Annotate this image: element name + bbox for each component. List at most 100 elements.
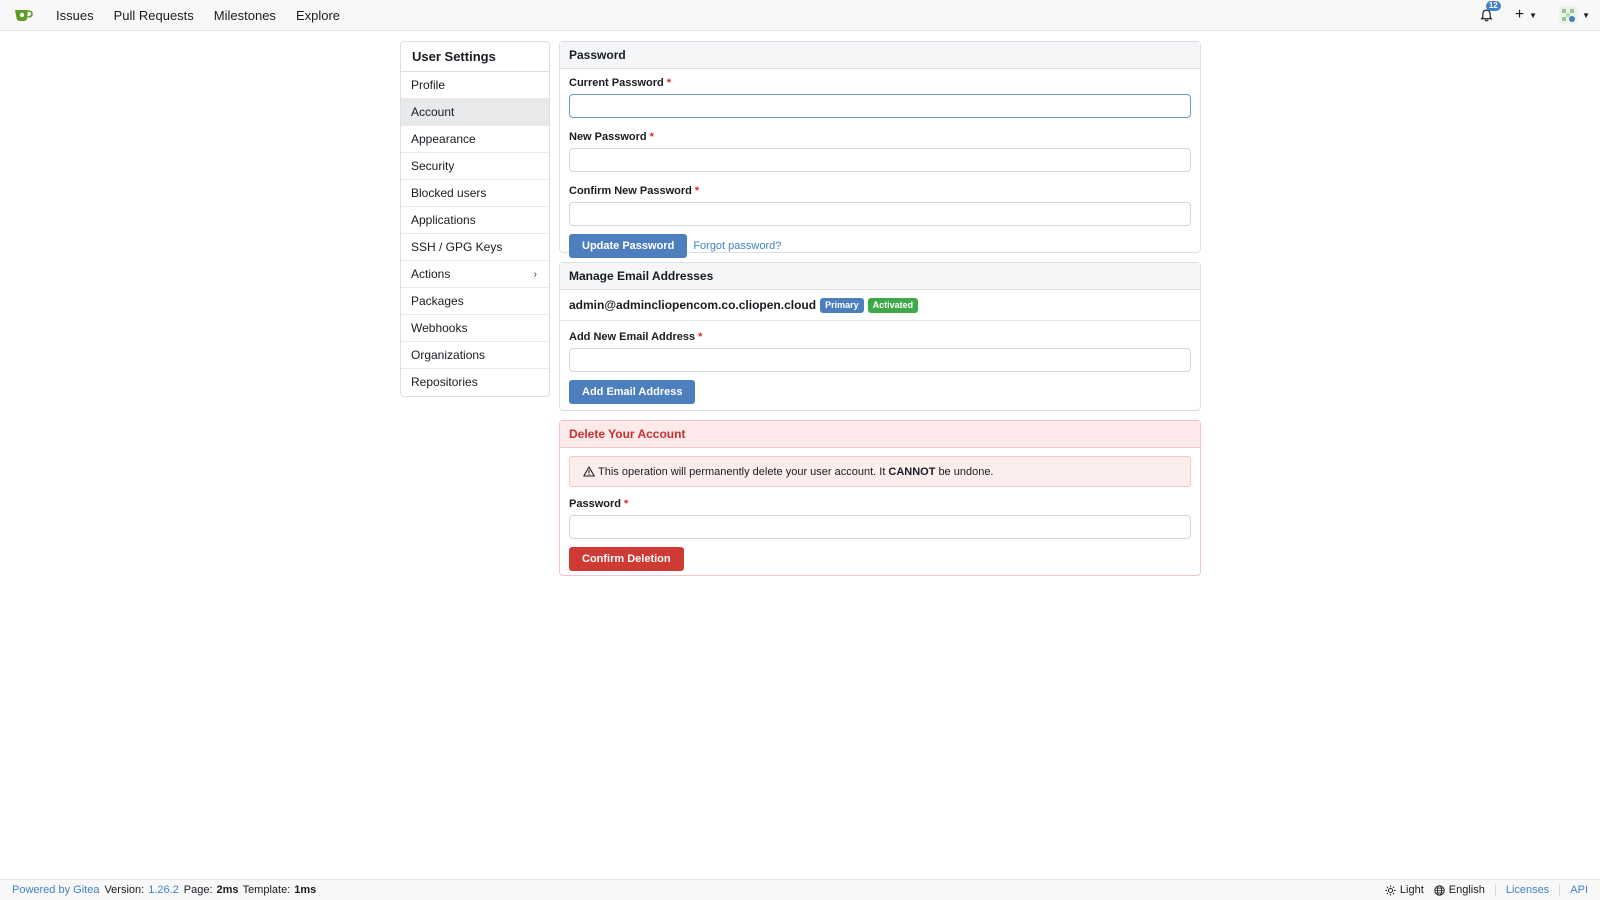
page-time-label: Page: <box>183 884 213 896</box>
sidebar-item-ssh-gpg-keys[interactable]: SSH / GPG Keys <box>401 234 549 261</box>
sidebar-item-webhooks[interactable]: Webhooks <box>401 315 549 342</box>
current-password-input[interactable] <box>569 94 1191 118</box>
create-menu-button[interactable]: + ▼ <box>1515 6 1537 24</box>
sidebar-item-organizations[interactable]: Organizations <box>401 342 549 369</box>
delete-password-input[interactable] <box>569 515 1191 539</box>
notification-count-badge: 12 <box>1485 1 1501 11</box>
sidebar-item-appearance[interactable]: Appearance <box>401 126 549 153</box>
confirm-password-input[interactable] <box>569 202 1191 226</box>
footer-divider <box>1494 884 1496 896</box>
nav-milestones[interactable]: Milestones <box>204 0 286 31</box>
sidebar-item-blocked-users[interactable]: Blocked users <box>401 180 549 207</box>
current-password-label: Current Password <box>569 77 664 89</box>
theme-switcher[interactable]: Light <box>1385 884 1424 896</box>
theme-label: Light <box>1399 884 1424 896</box>
sidebar-item-label: Packages <box>411 293 464 308</box>
top-navbar: Issues Pull Requests Milestones Explore … <box>0 0 1600 31</box>
warning-text: This operation will permanently delete y… <box>598 465 886 478</box>
globe-icon <box>1434 884 1445 896</box>
sidebar-item-profile[interactable]: Profile <box>401 72 549 99</box>
footer-info: Powered by Gitea Version: 1.26.2 Page: 2… <box>12 884 316 896</box>
licenses-link[interactable]: Licenses <box>1506 884 1549 896</box>
new-password-field: New Password * <box>569 131 1191 172</box>
new-password-label: New Password <box>569 131 647 143</box>
confirm-deletion-button[interactable]: Confirm Deletion <box>569 547 684 571</box>
sun-icon <box>1385 884 1396 896</box>
warning-text-end: be undone. <box>938 465 994 478</box>
required-mark: * <box>649 131 654 143</box>
current-password-field: Current Password * <box>569 77 1191 118</box>
footer-divider <box>1559 884 1561 896</box>
required-mark: * <box>698 331 703 343</box>
password-panel: Password Current Password * New Password *… <box>559 41 1201 258</box>
warning-icon <box>583 466 595 477</box>
add-email-field: Add New Email Address * <box>569 331 1191 372</box>
language-switcher[interactable]: English <box>1434 884 1485 896</box>
add-email-button[interactable]: Add Email Address <box>569 380 696 404</box>
nav-right: 12 + ▼ ▼ <box>1477 1 1590 25</box>
plus-icon: + <box>1514 6 1525 23</box>
email-panel-title: Manage Email Addresses <box>560 263 1200 290</box>
sidebar-item-actions[interactable]: Actions › <box>401 261 549 288</box>
sidebar-item-applications[interactable]: Applications <box>401 207 549 234</box>
email-list-item: admin@admincliopencom.co.cliopen.cloud P… <box>560 290 1200 321</box>
sidebar-item-repositories[interactable]: Repositories <box>401 369 549 396</box>
sidebar-item-label: Repositories <box>411 375 478 389</box>
nav-pull-requests[interactable]: Pull Requests <box>104 0 204 31</box>
language-label: English <box>1448 884 1485 896</box>
password-actions: Update Password Forgot password? <box>569 234 1191 258</box>
caret-down-icon: ▼ <box>1582 10 1590 20</box>
sidebar-item-account[interactable]: Account <box>401 99 549 126</box>
sidebar-item-label: Profile <box>411 77 446 92</box>
forgot-password-link[interactable]: Forgot password? <box>693 240 781 252</box>
page-time-value: 2ms <box>216 884 239 896</box>
sidebar-item-label: Security <box>411 158 455 173</box>
sidebar-item-label: Account <box>411 104 455 119</box>
gitea-logo-icon[interactable] <box>14 7 34 23</box>
version-link[interactable]: 1.26.2 <box>148 884 179 896</box>
delete-password-field: Password * <box>569 498 1191 539</box>
chevron-right-icon: › <box>533 268 537 280</box>
delete-account-title: Delete Your Account <box>560 421 1200 448</box>
api-link[interactable]: API <box>1570 884 1588 896</box>
sidebar-item-label: Blocked users <box>411 185 487 200</box>
sidebar-title: User Settings <box>401 42 549 72</box>
powered-by-link[interactable]: Powered by Gitea <box>12 884 99 896</box>
activated-badge: Activated <box>867 297 919 313</box>
email-panel: Manage Email Addresses admin@admincliope… <box>559 262 1201 411</box>
confirm-password-label: Confirm New Password <box>569 185 692 197</box>
required-mark: * <box>666 77 672 89</box>
page-footer: Powered by Gitea Version: 1.26.2 Page: 2… <box>0 879 1600 900</box>
template-time-label: Template: <box>242 884 291 896</box>
sidebar-item-label: Actions <box>411 266 451 281</box>
nav-explore[interactable]: Explore <box>286 0 350 31</box>
sidebar-item-label: SSH / GPG Keys <box>411 239 503 254</box>
sidebar-item-packages[interactable]: Packages <box>401 288 549 315</box>
avatar <box>1559 6 1578 24</box>
required-mark: * <box>623 498 629 510</box>
notifications-button[interactable]: 12 <box>1477 1 1501 25</box>
sidebar-item-security[interactable]: Security <box>401 153 549 180</box>
update-password-button[interactable]: Update Password <box>569 234 688 258</box>
delete-warning-message: This operation will permanently delete y… <box>569 456 1191 487</box>
email-address: admin@admincliopencom.co.cliopen.cloud <box>569 298 817 312</box>
new-password-input[interactable] <box>569 148 1191 172</box>
caret-down-icon: ▼ <box>1529 10 1538 20</box>
version-label: Version: <box>104 884 145 896</box>
password-panel-title: Password <box>560 42 1200 69</box>
warning-emphasis: CANNOT <box>888 465 936 478</box>
sidebar-item-label: Appearance <box>411 131 476 146</box>
primary-badge: Primary <box>820 297 864 313</box>
user-menu-button[interactable]: ▼ <box>1559 6 1590 24</box>
sidebar-item-label: Organizations <box>411 347 486 362</box>
sidebar-item-label: Webhooks <box>411 320 468 335</box>
footer-links: Light English Licenses API <box>1375 884 1588 896</box>
nav-issues[interactable]: Issues <box>46 0 104 31</box>
main-nav: Issues Pull Requests Milestones Explore <box>46 0 350 31</box>
confirm-password-field: Confirm New Password * <box>569 185 1191 226</box>
required-mark: * <box>694 185 700 197</box>
add-email-input[interactable] <box>569 348 1191 372</box>
settings-sidebar: User Settings Profile Account Appearance… <box>400 41 550 397</box>
template-time-value: 1ms <box>294 884 317 896</box>
sidebar-item-label: Applications <box>411 212 476 227</box>
